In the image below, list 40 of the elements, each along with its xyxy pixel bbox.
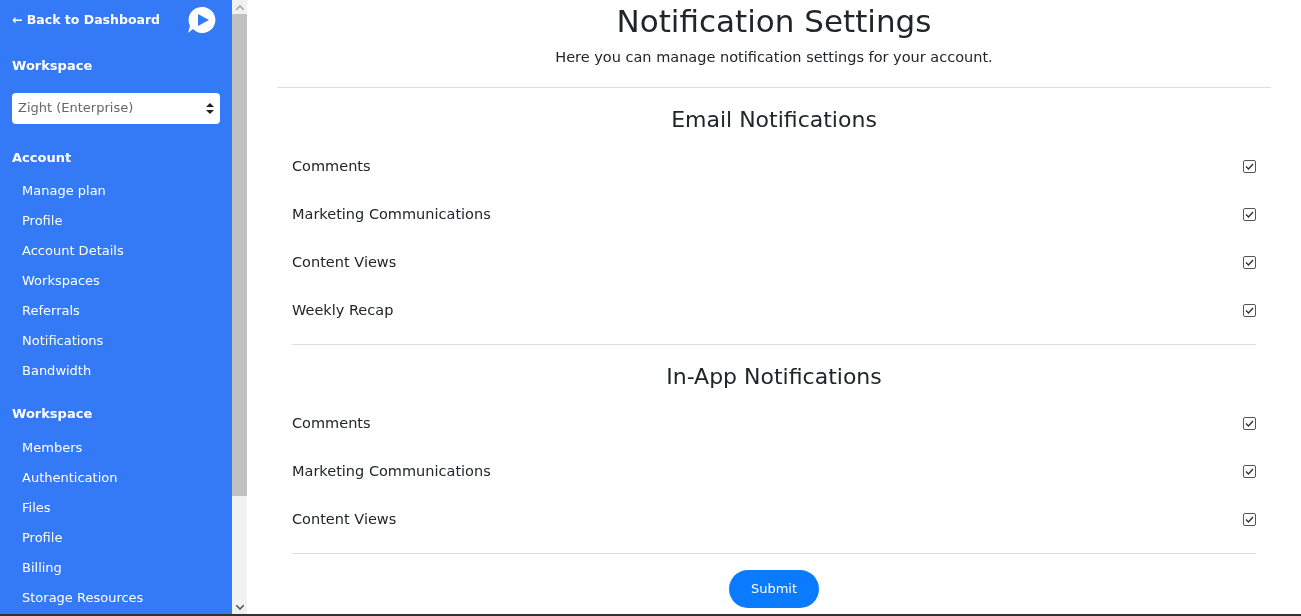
checkbox[interactable] bbox=[1243, 417, 1256, 431]
nav-link[interactable]: Profile bbox=[12, 206, 220, 236]
nav-link[interactable]: Authentication bbox=[12, 462, 220, 493]
nav-link[interactable]: Bandwidth bbox=[12, 356, 220, 386]
nav-link[interactable]: Storage Resources bbox=[12, 582, 220, 613]
nav-link[interactable]: Files bbox=[12, 492, 220, 523]
nav-link[interactable]: Referrals bbox=[12, 296, 220, 326]
page-title: Notification Settings bbox=[616, 2, 932, 40]
scroll-down-icon[interactable] bbox=[235, 604, 244, 610]
section-title: In-App Notifications bbox=[665, 362, 883, 391]
sort-icon bbox=[206, 102, 214, 114]
checkbox[interactable] bbox=[1243, 465, 1256, 479]
section-heading: Workspace bbox=[12, 57, 94, 75]
checkbox[interactable] bbox=[1243, 256, 1256, 270]
section-title: Email Notifications bbox=[670, 105, 878, 134]
submit-button[interactable]: Submit bbox=[729, 569, 819, 608]
option-label: Comments bbox=[292, 413, 371, 433]
nav-link[interactable]: Account Details bbox=[12, 236, 220, 266]
section-heading: Workspace bbox=[12, 405, 94, 423]
section-heading: Account bbox=[12, 148, 73, 167]
nav-link[interactable]: Members bbox=[12, 432, 220, 463]
checkbox[interactable] bbox=[1243, 208, 1256, 222]
nav-link[interactable]: Workspaces bbox=[12, 266, 220, 296]
back-to-dashboard-link[interactable]: ← Back to Dashboard bbox=[12, 10, 160, 30]
nav-link[interactable]: Notifications bbox=[12, 326, 220, 356]
nav-link[interactable]: Profile bbox=[12, 522, 220, 553]
page-subtitle: Here you can manage notification settings for your account. bbox=[555, 48, 993, 67]
option-label: Comments bbox=[292, 156, 371, 176]
nav-link[interactable]: Manage plan bbox=[12, 176, 220, 206]
option-label: Marketing Communications bbox=[292, 204, 491, 224]
option-label: Marketing Communications bbox=[292, 461, 491, 481]
option-label: Content Views bbox=[292, 252, 397, 272]
checkbox[interactable] bbox=[1243, 513, 1256, 527]
checkbox[interactable] bbox=[1243, 160, 1256, 174]
option-label: Weekly Recap bbox=[292, 300, 394, 320]
option-label: Content Views bbox=[292, 509, 397, 529]
checkbox[interactable] bbox=[1243, 304, 1256, 318]
workspace-select[interactable]: Zight (Enterprise) bbox=[12, 92, 220, 124]
nav-link[interactable]: Billing bbox=[12, 552, 220, 583]
logo-icon bbox=[186, 6, 216, 34]
